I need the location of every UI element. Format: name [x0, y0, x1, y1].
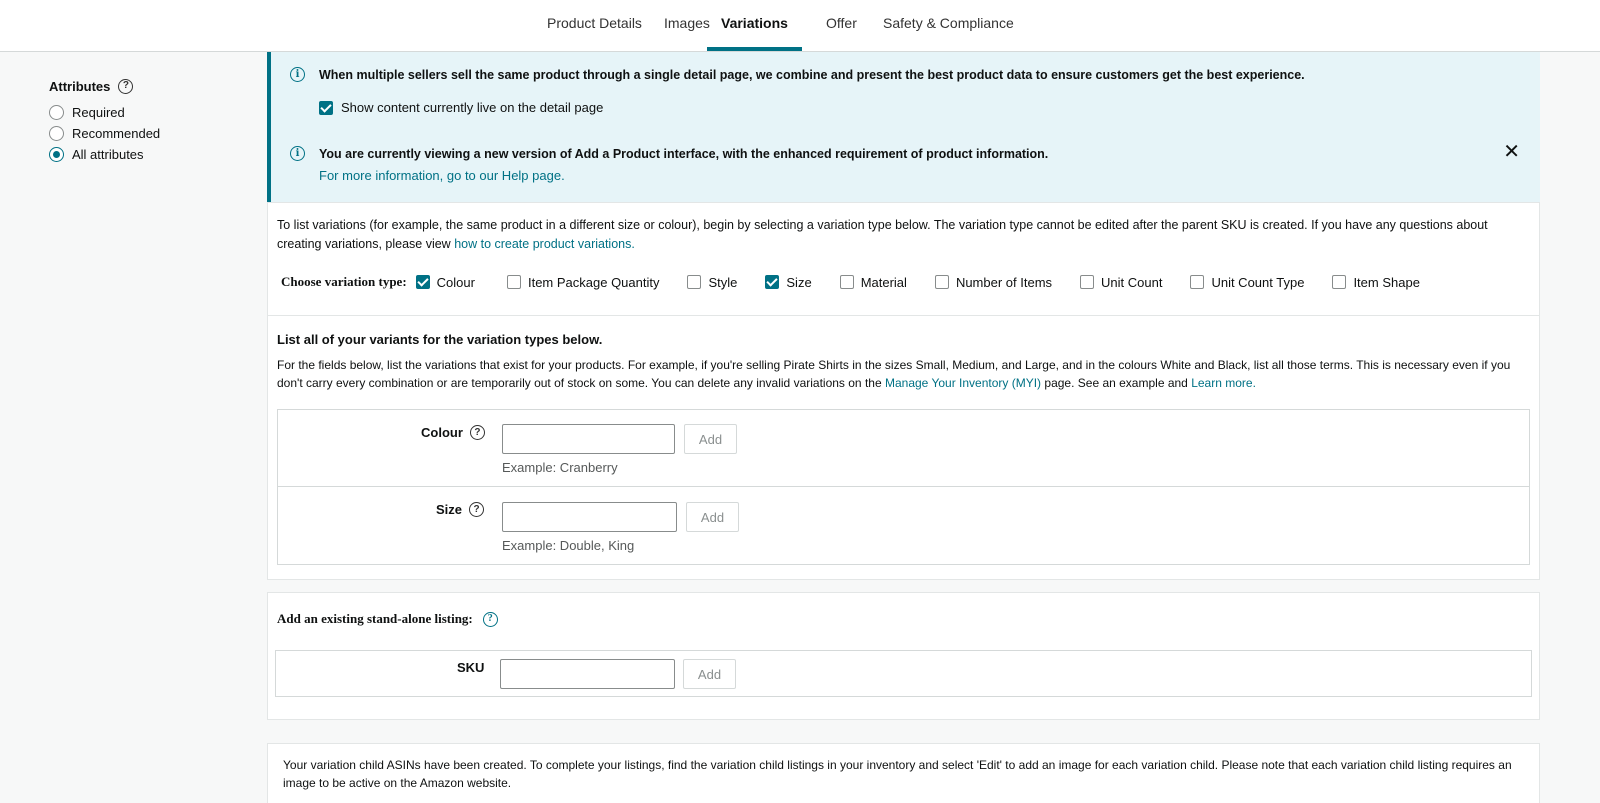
variation-type-item-package-quantity[interactable]: Item Package Quantity: [506, 274, 660, 290]
alert-best-data-text: When multiple sellers sell the same prod…: [319, 68, 1305, 82]
radio-button-icon[interactable]: [49, 126, 64, 141]
radio-required[interactable]: Required: [49, 102, 249, 123]
tab-offer[interactable]: Offer: [826, 0, 857, 51]
help-page-link[interactable]: For more information, go to our Help pag…: [319, 168, 565, 183]
variation-type-label: Number of Items: [955, 274, 1053, 290]
checkbox-icon[interactable]: [506, 275, 521, 289]
size-input[interactable]: [502, 502, 677, 532]
colour-input[interactable]: [502, 424, 675, 454]
close-icon[interactable]: ✕: [1503, 142, 1520, 162]
size-example: Example: Double, King: [502, 538, 635, 553]
radio-button-icon[interactable]: [49, 105, 64, 120]
variation-type-unit-count-type[interactable]: Unit Count Type: [1190, 275, 1304, 290]
variation-type-size[interactable]: Size: [765, 274, 812, 290]
variation-type-material[interactable]: Material: [839, 274, 907, 290]
checkbox-icon[interactable]: [1080, 275, 1095, 289]
child-asin-notice: Your variation child ASINs have been cre…: [283, 758, 1512, 790]
standalone-title: Add an existing stand-alone listing: ?: [277, 611, 498, 627]
sku-label: SKU: [457, 660, 485, 675]
choose-variation-type-label: Choose variation type:: [281, 274, 407, 289]
radio-recommended[interactable]: Recommended: [49, 123, 249, 144]
variation-type-unit-count[interactable]: Unit Count: [1080, 275, 1162, 290]
variation-type-label: Colour: [436, 274, 475, 290]
size-variant-row: Size ? Add Example: Double, King: [277, 486, 1530, 565]
variation-type-label: Item Shape: [1353, 274, 1420, 290]
tab-images[interactable]: Images: [664, 0, 710, 51]
checkbox-label: Show content currently live on the detai…: [341, 100, 604, 115]
checkbox-icon[interactable]: [934, 275, 949, 289]
help-icon[interactable]: ?: [118, 78, 134, 94]
checkbox-checked-icon[interactable]: [415, 275, 430, 289]
add-colour-button[interactable]: Add: [684, 424, 737, 454]
attributes-heading: Attributes ?: [49, 76, 249, 96]
variation-intro: To list variations (for example, the sam…: [277, 216, 1522, 254]
variation-type-label: Material: [860, 274, 907, 290]
show-live-content-checkbox-row[interactable]: Show content currently live on the detai…: [319, 100, 603, 115]
radio-button-selected-icon[interactable]: [49, 147, 64, 162]
checkbox-checked-icon[interactable]: [319, 100, 333, 115]
checkbox-icon[interactable]: [1190, 275, 1205, 289]
size-field-label: Size ?: [436, 502, 485, 517]
help-icon[interactable]: ?: [469, 502, 485, 517]
tab-product-details[interactable]: Product Details: [547, 0, 642, 51]
list-variants-title: List all of your variants for the variat…: [277, 332, 603, 347]
help-icon[interactable]: ?: [482, 611, 498, 627]
radio-label: All attributes: [72, 147, 144, 162]
variation-type-number-of-items[interactable]: Number of Items: [934, 274, 1053, 290]
variation-type-style[interactable]: Style: [687, 275, 737, 290]
checkbox-icon[interactable]: [839, 275, 854, 289]
radio-label: Recommended: [72, 126, 161, 141]
variation-type-item-shape[interactable]: Item Shape: [1332, 275, 1420, 290]
variation-type-label: Unit Count: [1101, 274, 1163, 290]
field-label-text: Colour: [421, 425, 463, 440]
colour-variant-row: Colour ? Add Example: Cranberry: [277, 409, 1530, 487]
info-icon: i: [290, 146, 305, 161]
description-text: page. See an example and: [1044, 375, 1188, 390]
info-icon: i: [290, 67, 305, 82]
variation-type-label: Size: [786, 274, 812, 290]
checkbox-icon[interactable]: [687, 275, 702, 289]
standalone-title-text: Add an existing stand-alone listing:: [277, 611, 473, 626]
sku-row: SKU Add: [275, 650, 1532, 697]
alert-new-version-text: You are currently viewing a new version …: [319, 147, 1049, 161]
add-size-button[interactable]: Add: [686, 502, 739, 532]
variation-type-label: Item Package Quantity: [527, 274, 660, 290]
colour-field-label: Colour ?: [421, 425, 485, 440]
colour-example: Example: Cranberry: [502, 460, 618, 475]
tab-safety-compliance[interactable]: Safety & Compliance: [883, 0, 1014, 51]
learn-more-link[interactable]: Learn more.: [1191, 376, 1256, 390]
manage-inventory-link[interactable]: Manage Your Inventory (MYI): [885, 376, 1041, 390]
radio-label: Required: [72, 105, 125, 120]
checkbox-checked-icon[interactable]: [765, 275, 780, 289]
checkbox-icon[interactable]: [1332, 275, 1347, 289]
variation-type-label: Unit Count Type: [1211, 274, 1305, 290]
add-sku-button[interactable]: Add: [683, 659, 736, 689]
tab-variations[interactable]: Variations: [707, 0, 802, 51]
attributes-filter: Attributes ? Required Recommended All at…: [49, 76, 249, 165]
info-alerts: i When multiple sellers sell the same pr…: [267, 52, 1540, 202]
attributes-title: Attributes: [49, 78, 111, 94]
sku-input[interactable]: [500, 659, 675, 689]
radio-all-attributes[interactable]: All attributes: [49, 144, 249, 165]
field-label-text: Size: [436, 502, 463, 517]
variation-type-selector: Choose variation type: Colour Item Packa…: [281, 272, 1420, 292]
create-variations-link[interactable]: how to create product variations.: [454, 237, 635, 251]
variation-type-label: Style: [708, 274, 738, 290]
divider: [268, 315, 1539, 316]
list-variants-description: For the fields below, list the variation…: [277, 357, 1527, 392]
help-icon[interactable]: ?: [469, 425, 485, 440]
top-navigation: Product Details Images Variations Offer …: [0, 0, 1600, 52]
variation-type-colour[interactable]: Colour: [415, 274, 475, 290]
